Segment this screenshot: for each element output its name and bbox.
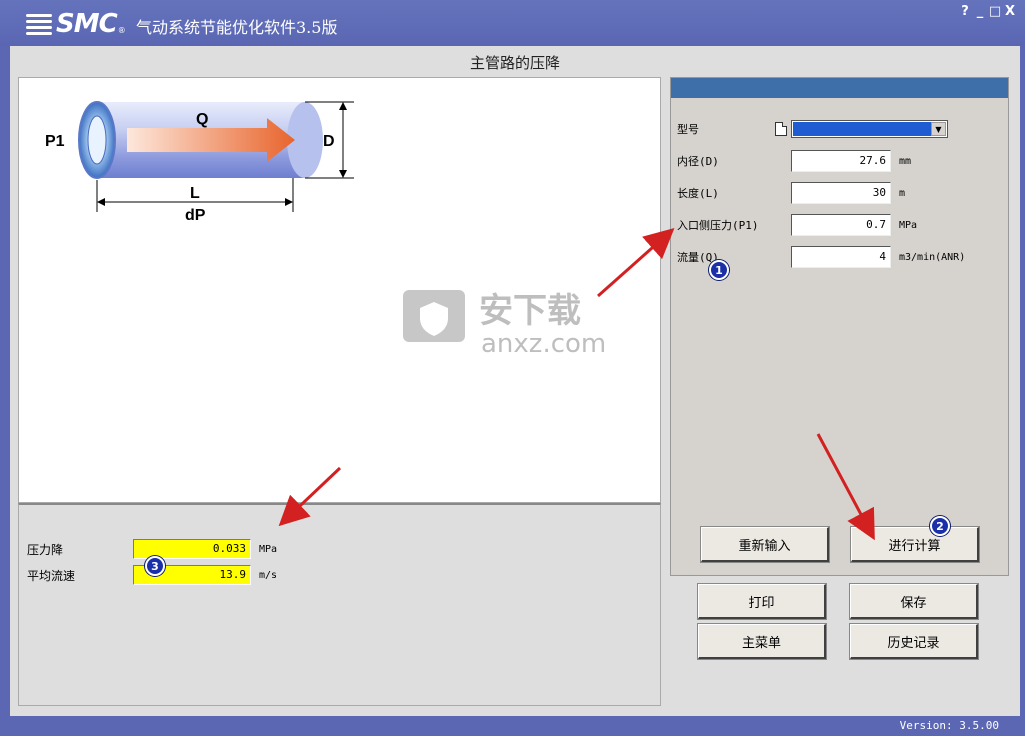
minimize-button[interactable]: _ [973,4,987,19]
diameter-input[interactable]: 27.6 [791,150,891,172]
avg-velocity-unit: m/s [259,569,278,581]
label-dp: dP [185,207,206,224]
maximize-button[interactable]: □ [988,4,1002,19]
window-controls: ? _ □ X [958,4,1017,19]
model-row: 型号 ▼ [677,118,948,140]
input-panel: 型号 ▼ 内径(D) 27.6 mm 长度(L) 30 m 入口侧压力(P1) … [670,77,1009,576]
step-badge-3: 3 [145,556,165,576]
main-menu-button[interactable]: 主菜单 [697,623,827,660]
pressure-label: 入口侧压力(P1) [677,219,759,232]
flow-unit: m3/min(ANR) [899,251,966,263]
watermark-en: anxz.com [481,329,606,359]
pressure-unit: MPa [899,219,918,231]
print-button[interactable]: 打印 [697,583,827,620]
calculate-button[interactable]: 进行计算 [850,526,980,563]
logo-registered-mark: ® [117,26,126,35]
watermark: 安下载 anxz.com [395,280,635,360]
length-row: 长度(L) 30 m [677,182,905,204]
step-badge-1: 1 [709,260,729,280]
pressure-row: 入口侧压力(P1) 0.7 MPa [677,214,917,236]
model-select-value [793,122,931,136]
smc-logo-icon [24,11,54,37]
save-button[interactable]: 保存 [849,583,979,620]
label-p1: P1 [45,133,65,150]
input-panel-header [671,78,1008,98]
length-input[interactable]: 30 [791,182,891,204]
app-title: 气动系统节能优化软件3.5版 [136,18,338,37]
results-panel: 压力降 0.033 MPa 平均流速 13.9 m/s [18,503,661,706]
label-q: Q [196,111,208,128]
diameter-unit: mm [899,155,912,167]
main-area: 主管路的压降 P1 Q D L dP 压力降 0.033 MPa 平均流速 13… [10,46,1020,716]
title-bar: SMC ® 气动系统节能优化软件3.5版 ? _ □ X [0,0,1025,46]
help-button[interactable]: ? [958,4,972,19]
pressure-drop-unit: MPa [259,543,278,555]
flow-input[interactable]: 4 [791,246,891,268]
model-select[interactable]: ▼ [791,120,948,138]
model-label: 型号 [677,123,699,136]
avg-velocity-label: 平均流速 [27,568,76,583]
page-title: 主管路的压降 [469,54,560,72]
watermark-cn: 安下载 [479,291,581,331]
logo-text: SMC [56,9,118,39]
diameter-label: 内径(D) [677,155,719,168]
version-label: Version: 3.5.00 [899,719,999,732]
pipe-opening [87,115,107,165]
flow-label: 流量(Q) [677,251,719,264]
chevron-down-icon[interactable]: ▼ [931,122,946,136]
label-l: L [190,185,200,202]
close-button[interactable]: X [1003,4,1017,19]
pressure-input[interactable]: 0.7 [791,214,891,236]
history-button[interactable]: 历史记录 [849,623,979,660]
length-unit: m [899,187,906,199]
pressure-drop-label: 压力降 [27,542,64,557]
reset-button[interactable]: 重新输入 [700,526,830,563]
length-label: 长度(L) [677,187,719,200]
smc-logo: SMC ® [24,9,126,39]
label-d: D [323,133,335,150]
step-badge-2: 2 [930,516,950,536]
diameter-row: 内径(D) 27.6 mm [677,150,911,172]
document-icon [775,122,787,136]
